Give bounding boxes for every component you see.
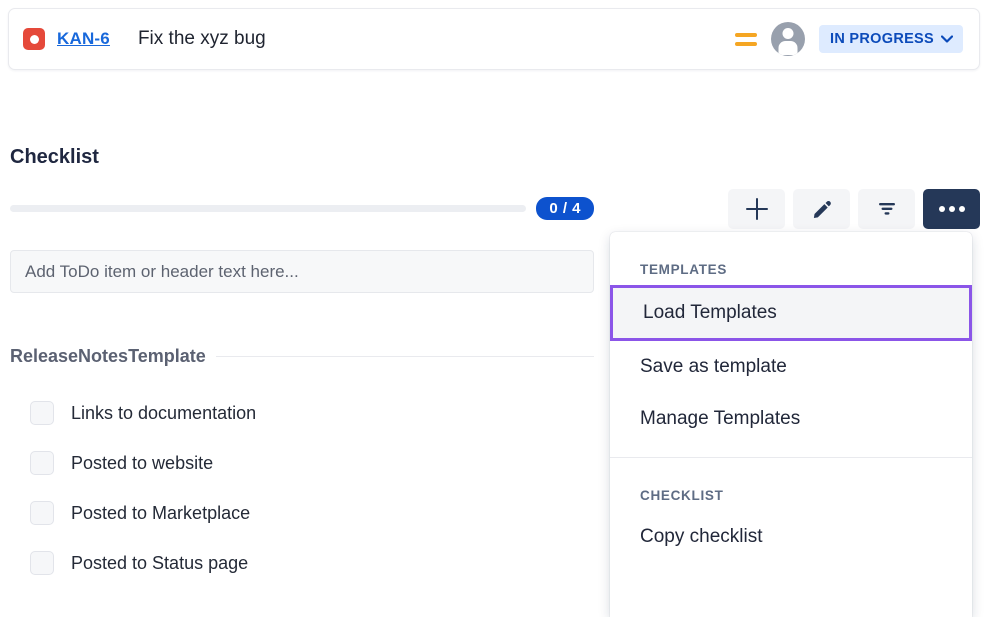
list-item[interactable]: Links to documentation <box>0 388 600 438</box>
edit-button[interactable] <box>793 189 850 229</box>
ellipsis-icon <box>938 206 965 212</box>
section-header-label: ReleaseNotesTemplate <box>10 346 206 366</box>
status-badge[interactable]: IN PROGRESS <box>818 25 963 53</box>
user-avatar-icon[interactable] <box>770 22 805 56</box>
filter-icon <box>878 203 895 215</box>
list-item[interactable]: Posted to Status page <box>0 538 600 588</box>
menu-item-label: Manage Templates <box>640 408 801 429</box>
progress-count-badge: 0 / 4 <box>536 197 594 220</box>
add-item-input[interactable] <box>10 250 594 293</box>
issue-key-link[interactable]: KAN-6 <box>57 29 110 49</box>
menu-item-label: Save as template <box>640 356 787 377</box>
menu-item-copy-checklist[interactable]: Copy checklist <box>610 511 972 563</box>
bug-icon-dot <box>29 34 39 44</box>
menu-group-label-templates: TEMPLATES <box>640 262 728 277</box>
more-actions-menu: TEMPLATES Load Templates Save as templat… <box>610 232 972 617</box>
menu-item-label: Copy checklist <box>640 526 763 547</box>
status-badge-label: IN PROGRESS <box>829 31 934 47</box>
list-item[interactable]: Posted to website <box>0 438 600 488</box>
issue-summary: Fix the xyz bug <box>137 28 266 49</box>
item-checkbox[interactable] <box>30 451 54 475</box>
list-item-label: Posted to website <box>71 452 214 473</box>
filter-button[interactable] <box>858 189 915 229</box>
list-item[interactable]: Posted to Marketplace <box>0 488 600 538</box>
checklist-items: Links to documentation Posted to website… <box>0 388 600 588</box>
checklist-toolbar <box>728 189 980 229</box>
menu-item-label: Load Templates <box>643 302 777 323</box>
app-root: KAN-6 Fix the xyz bug IN PROGRESS Checkl… <box>0 0 998 617</box>
progress-bar-track <box>10 205 527 212</box>
checklist-section-header: ReleaseNotesTemplate <box>10 346 594 367</box>
menu-group-label-checklist: CHECKLIST <box>640 488 724 503</box>
issue-header-actions: IN PROGRESS <box>734 22 963 56</box>
list-item-label: Posted to Status page <box>71 552 249 573</box>
chevron-down-icon <box>941 35 953 43</box>
item-checkbox[interactable] <box>30 501 54 525</box>
item-checkbox[interactable] <box>30 551 54 575</box>
more-actions-button[interactable] <box>923 189 980 229</box>
item-checkbox[interactable] <box>30 401 54 425</box>
checklist-progress: 0 / 4 <box>10 197 594 220</box>
menu-item-save-as-template[interactable]: Save as template <box>610 341 972 393</box>
checklist-title: Checklist <box>10 146 99 168</box>
menu-item-load-templates[interactable]: Load Templates <box>610 285 972 341</box>
list-item-label: Links to documentation <box>71 402 257 423</box>
add-item-button[interactable] <box>728 189 785 229</box>
bug-icon <box>23 28 45 50</box>
section-header-rule <box>215 356 594 357</box>
plus-icon <box>745 198 768 220</box>
pencil-icon <box>813 200 831 218</box>
list-item-label: Posted to Marketplace <box>71 502 251 523</box>
issue-header-card: KAN-6 Fix the xyz bug IN PROGRESS <box>8 8 980 70</box>
menu-item-manage-templates[interactable]: Manage Templates <box>610 393 972 445</box>
medium-priority-icon <box>734 30 757 48</box>
